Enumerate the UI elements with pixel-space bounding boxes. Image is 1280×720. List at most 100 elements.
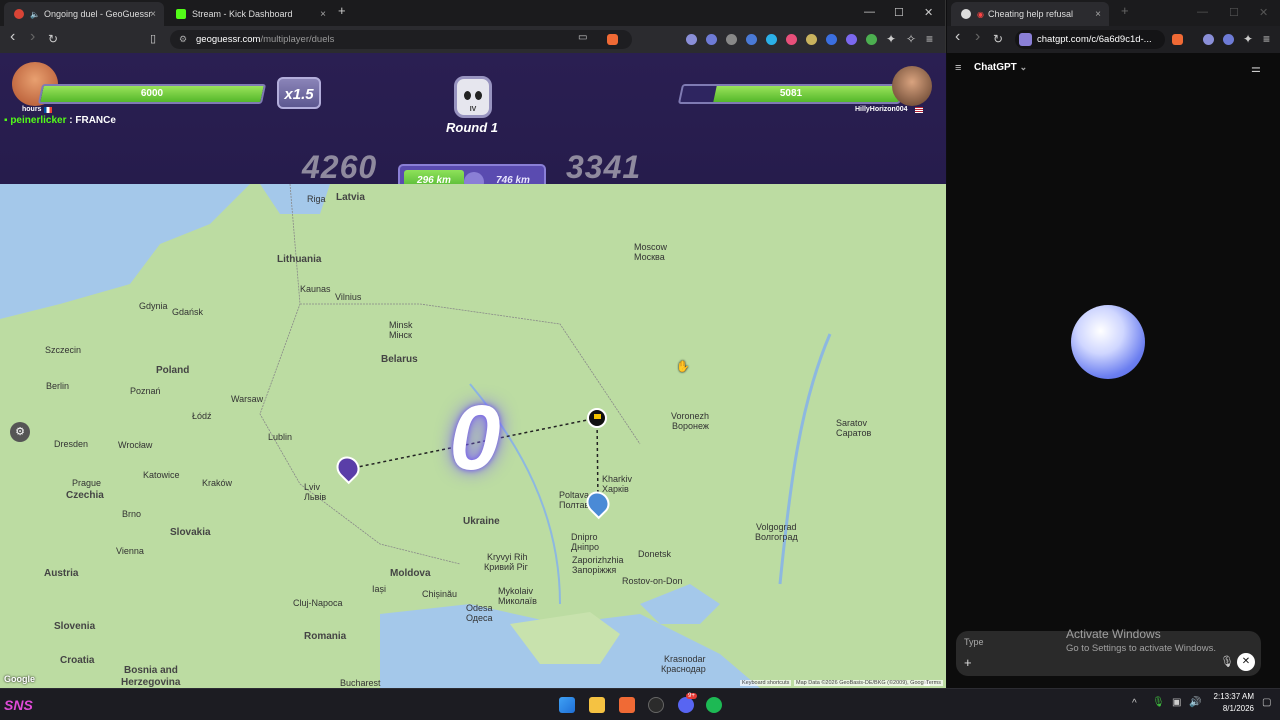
sidebar-toggle-icon[interactable]: ≡ (955, 62, 961, 74)
attach-plus-icon[interactable]: + (964, 655, 972, 670)
map-label: Krasnodar (664, 654, 706, 664)
clock-date[interactable]: 8/1/2026 (1210, 704, 1254, 713)
network-icon[interactable]: ▣ (1172, 697, 1181, 708)
forward-icon[interactable]: › (30, 28, 35, 46)
badge-eye (464, 91, 471, 100)
widget-logo-icon[interactable]: SNS (4, 691, 46, 719)
map-label: Lithuania (277, 254, 322, 265)
volume-icon[interactable]: 🔊 (1189, 697, 1201, 708)
mic-permission-icon[interactable] (1019, 33, 1032, 46)
maximize-button[interactable]: ☐ (1229, 6, 1239, 19)
player-left-nameplate: ▪ peinerlicker : FRANCe (4, 115, 116, 126)
close-tab-icon[interactable]: × (150, 9, 156, 20)
extension-icon[interactable] (846, 34, 857, 45)
map-label: Vienna (116, 546, 144, 556)
map-label: Gdańsk (172, 307, 204, 317)
player-right-name: HillyHorizon004 (855, 106, 908, 113)
tab-kick[interactable]: Stream - Kick Dashboard × (166, 2, 334, 26)
map-label: Cluj-Napoca (293, 598, 343, 608)
score-right: 3341 (566, 149, 642, 185)
tab-chatgpt[interactable]: ◉ Cheating help refusal × (951, 2, 1109, 26)
map-label: Kharkiv (602, 474, 633, 484)
minimize-button[interactable]: — (864, 6, 875, 18)
notifications-icon[interactable]: ▢ (1262, 697, 1271, 708)
extension-icon[interactable] (826, 34, 837, 45)
discord-icon[interactable] (678, 697, 694, 713)
windows-taskbar: SNS 9+ ^ 🎙 ▣ 🔊 2:13:37 AM 8/1/2026 ▢ (0, 688, 1280, 720)
map-label: Lviv (304, 482, 321, 492)
extension-icon[interactable] (766, 34, 777, 45)
url-field[interactable]: ⚙ geoguessr.com/multiplayer/duels (170, 30, 632, 49)
tab-title: Ongoing duel - GeoGuessr (43, 9, 152, 19)
map-label: Ukraine (463, 516, 500, 527)
start-icon[interactable] (559, 697, 575, 713)
player-left-health-bar: 6000 (37, 84, 267, 104)
url-field[interactable]: chatgpt.com/c/6a6d9c1d-... (1015, 30, 1165, 49)
left-tab-bar: 🔈 Ongoing duel - GeoGuessr × Stream - Ki… (0, 0, 945, 26)
microphone-icon[interactable]: 🎙 (1220, 655, 1234, 668)
file-explorer-icon[interactable] (589, 697, 605, 713)
map-label: Volgograd (756, 522, 797, 532)
close-tab-icon[interactable]: × (320, 9, 326, 20)
settings-sliders-icon[interactable]: ⚌ (1251, 62, 1261, 75)
map-label: Kaunas (300, 284, 331, 294)
new-tab-button[interactable]: + (338, 3, 346, 18)
back-icon[interactable]: ‹ (10, 28, 15, 46)
cast-icon[interactable]: ▭ (578, 32, 587, 43)
url-path: /multiplayer/duels (260, 34, 335, 45)
tab-geoguessr[interactable]: 🔈 Ongoing duel - GeoGuessr × (4, 2, 164, 26)
geoguessr-favicon-icon (14, 9, 24, 19)
extension-icon[interactable] (786, 34, 797, 45)
map-label: Voronezh (671, 411, 710, 421)
new-tab-button[interactable]: + (1121, 3, 1129, 18)
menu-icon[interactable]: ≡ (926, 32, 933, 46)
site-info-icon[interactable]: ⚙ (179, 30, 187, 49)
brave-shields-icon[interactable] (1172, 34, 1183, 45)
map-label: Rostov-on-Don (622, 576, 683, 586)
extension-icon[interactable] (706, 34, 717, 45)
microphone-icon[interactable]: 🎙 (1152, 697, 1165, 708)
map-label: Харків (602, 484, 629, 494)
map-settings-icon[interactable]: ⚙ (10, 422, 30, 442)
minimize-button[interactable]: — (1197, 6, 1208, 18)
keyboard-shortcuts-link[interactable]: Keyboard shortcuts (740, 680, 792, 686)
bookmark-icon[interactable]: ▯ (150, 32, 156, 45)
correct-location-flag-icon[interactable] (587, 408, 607, 428)
clock-time[interactable]: 2:13:37 AM (1210, 692, 1254, 701)
reload-icon[interactable]: ↻ (48, 32, 58, 46)
extension-icon[interactable] (1223, 34, 1234, 45)
back-icon[interactable]: ‹ (955, 28, 960, 46)
terms-link[interactable]: Terms (924, 680, 943, 686)
activate-windows-subtitle: Go to Settings to activate Windows. (1066, 643, 1216, 654)
menu-icon[interactable]: ≡ (1263, 32, 1270, 46)
extension-icon[interactable] (866, 34, 877, 45)
player-left-country: FRANCe (75, 115, 116, 126)
extension-icon[interactable] (1203, 34, 1214, 45)
brave-icon[interactable] (619, 697, 635, 713)
close-voice-icon[interactable]: ✕ (1237, 653, 1255, 671)
brave-shields-icon[interactable] (607, 34, 618, 45)
model-selector[interactable]: ChatGPT ⌄ (974, 62, 1027, 73)
extensions-puzzle-icon[interactable]: ✦ (1243, 32, 1253, 46)
close-tab-icon[interactable]: × (1095, 9, 1101, 20)
map-label: Belarus (381, 354, 418, 365)
app-icon[interactable] (648, 697, 664, 713)
badge-eye (475, 91, 482, 100)
chevron-up-icon[interactable]: ^ (1132, 698, 1137, 709)
extension-icon[interactable] (746, 34, 757, 45)
geoguessr-browser-window: 🔈 Ongoing duel - GeoGuessr × Stream - Ki… (0, 0, 946, 688)
player-left-tag: hours (22, 106, 42, 113)
speaker-icon: 🔈 (30, 9, 40, 19)
extension-icon[interactable] (686, 34, 697, 45)
close-window-button[interactable]: ✕ (924, 6, 933, 19)
close-window-button[interactable]: ✕ (1259, 6, 1268, 19)
maximize-button[interactable]: ☐ (894, 6, 904, 19)
player-right-health-value: 5081 (779, 88, 803, 99)
extension-icon[interactable] (726, 34, 737, 45)
forward-icon[interactable]: › (975, 28, 980, 46)
extensions-puzzle-icon[interactable]: ✦ (886, 32, 896, 46)
leo-ai-icon[interactable]: ✧ (906, 32, 916, 46)
spotify-icon[interactable] (706, 697, 722, 713)
reload-icon[interactable]: ↻ (993, 32, 1003, 46)
extension-icon[interactable] (806, 34, 817, 45)
